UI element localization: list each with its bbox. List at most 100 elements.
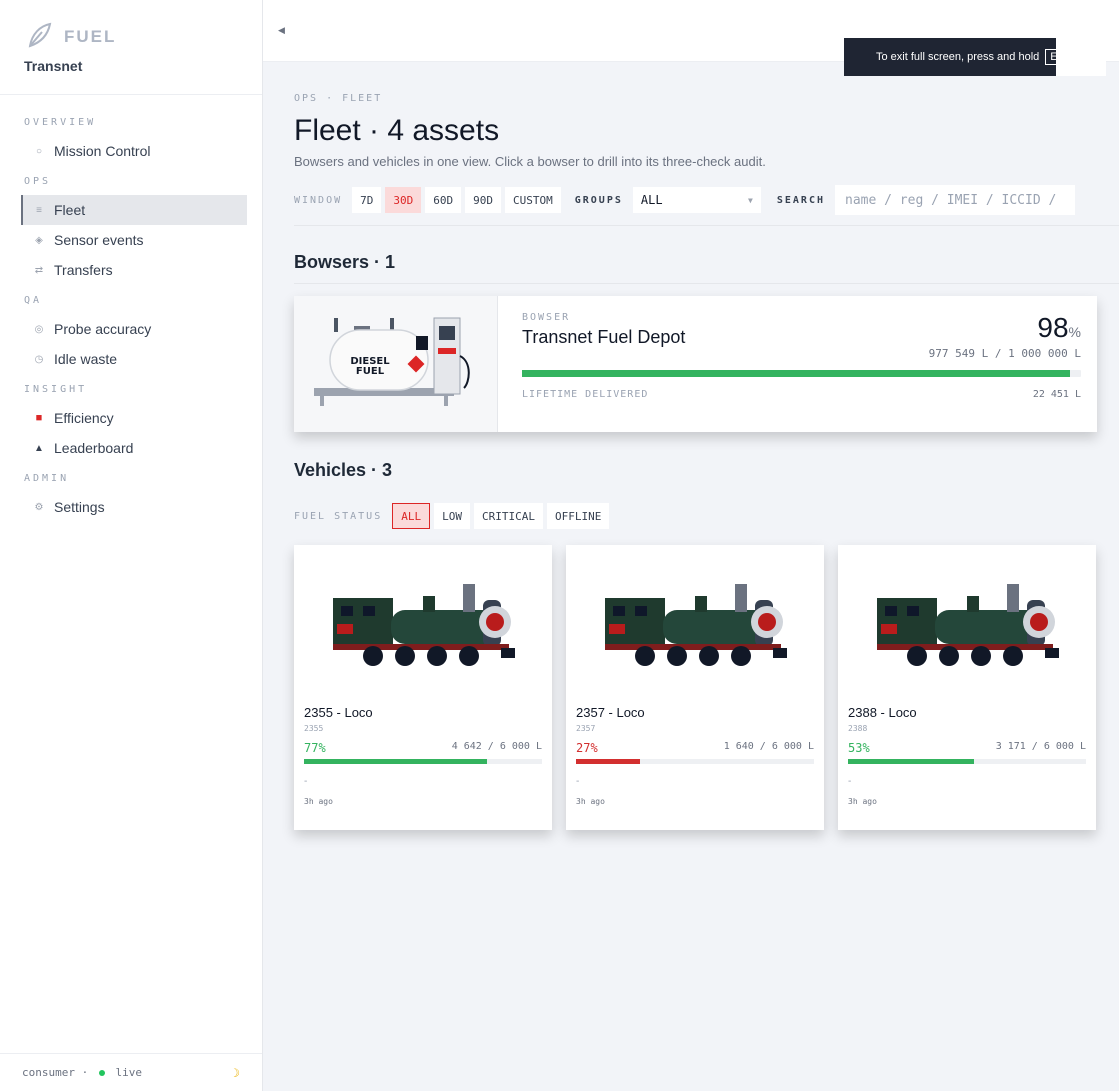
circle-outline-icon: ○ [35,145,43,157]
window-chip-custom[interactable]: CUSTOM [505,187,561,213]
mode-label: consumer [22,1066,75,1079]
window-chip-60d[interactable]: 60D [425,187,462,213]
vehicle-fill-bar [576,759,814,764]
bowser-kicker: BOWSER [522,312,571,323]
window-chip-90d[interactable]: 90D [465,187,501,213]
main-content: OPS · FLEET Fleet · 4 assets Bowsers and… [294,62,1119,830]
sidebar-item-label: Fleet [54,202,86,218]
brand-name: FUEL [64,27,117,46]
vehicle-updated: 3h ago [848,797,877,806]
divider [294,225,1119,226]
breadcrumb: OPS · FLEET [294,93,383,104]
bowser-volume: 977 549 L / 1 000 000 L [928,347,1081,360]
page-subtitle: Bowsers and vehicles in one view. Click … [294,154,766,169]
live-dot-icon [98,1069,105,1076]
vehicle-name: 2357 - Loco [576,705,645,720]
vehicle-fill-bar [848,759,1086,764]
vehicle-percent: 53% [848,741,870,755]
sidebar-item-sensor-events[interactable]: ◈ Sensor events [21,225,247,255]
lifetime-value: 22 451 L [1032,389,1081,400]
sidebar-item-efficiency[interactable]: ■ Efficiency [21,403,247,433]
sidebar-item-label: Idle waste [54,351,118,367]
locomotive-image [838,545,1096,695]
sidebar-item-mission-control[interactable]: ○ Mission Control [21,136,247,166]
search-input[interactable] [835,185,1075,215]
sidebar-item-probe-accuracy[interactable]: ◎ Probe accuracy [21,314,247,344]
vehicle-updated: 3h ago [304,797,333,806]
vehicle-fill [576,759,641,764]
bowser-image-label: FUEL [356,366,385,377]
vehicle-fill [304,759,488,764]
collapse-sidebar-icon[interactable]: ◀ [278,25,285,36]
org-name: Transnet [24,58,83,74]
vehicle-card[interactable]: 2355 - Loco 2355 77% 4 642 / 6 000 L - 3… [294,545,552,830]
connection-status: consumer · live [22,1066,142,1079]
overlay-blank [1055,0,1119,38]
vehicle-id: 2355 [304,724,324,733]
status-chip-offline[interactable]: OFFLINE [546,503,610,529]
status-chip-low[interactable]: LOW [434,503,470,529]
nav-section-ops: OPS [24,176,52,187]
status-chip-critical[interactable]: CRITICAL [473,503,543,529]
vehicle-volume: 4 642 / 6 000 L [451,741,542,752]
percent-unit: % [1068,324,1081,340]
divider [294,283,1119,284]
leaf-logo-icon [24,20,54,55]
vehicle-updated: 3h ago [576,797,605,806]
vehicle-id: 2388 [848,724,868,733]
vehicle-note: - [304,776,308,787]
gear-icon: ⚙ [34,501,44,513]
sidebar-item-fleet[interactable]: ≡ Fleet [21,195,247,225]
window-chip-30d[interactable]: 30D [385,187,422,213]
sidebar-item-settings[interactable]: ⚙ Settings [21,492,247,522]
vehicle-note: - [576,776,580,787]
bowser-percent: 98% [1037,312,1081,344]
chevron-down-icon: ▼ [748,195,753,205]
vehicle-fuel-row: 77% 4 642 / 6 000 L [304,741,542,755]
page-title: Fleet · 4 assets [294,114,500,147]
bowser-fill [522,370,1070,377]
moon-icon[interactable]: ☽ [233,1066,240,1080]
nav-section-overview: OVERVIEW [24,117,97,128]
sidebar-item-transfers[interactable]: ⇄ Transfers [21,255,247,285]
bowser-details: BOWSER Transnet Fuel Depot 98% 977 549 L… [498,296,1097,432]
sidebar-item-label: Probe accuracy [54,321,152,337]
sidebar-item-label: Settings [54,499,105,515]
locomotive-image [294,545,552,695]
vehicle-fuel-row: 27% 1 640 / 6 000 L [576,741,814,755]
sidebar-item-leaderboard[interactable]: ▲ Leaderboard [21,433,247,463]
sidebar-item-label: Sensor events [54,232,144,248]
arrows-icon: ⇄ [34,264,44,276]
vehicle-details: 2388 - Loco 2388 53% 3 171 / 6 000 L - 3… [838,695,1096,806]
fuel-status-filter: FUEL STATUS ALL LOW CRITICAL OFFLINE [294,503,1119,529]
vehicle-card[interactable]: 2357 - Loco 2357 27% 1 640 / 6 000 L - 3… [566,545,824,830]
vehicle-name: 2355 - Loco [304,705,373,720]
groups-select[interactable]: ALL ▼ [632,187,761,213]
vehicles-section-title: Vehicles · 3 [294,460,393,480]
brand: FUEL Transnet [0,0,262,95]
lifetime-label: LIFETIME DELIVERED [522,389,649,400]
filter-bar: WINDOW 7D 30D 60D 90D CUSTOM GROUPS ALL … [294,185,1119,215]
sidebar-item-label: Leaderboard [54,440,134,456]
status-label: live [115,1066,142,1079]
list-icon: ≡ [36,204,42,216]
nav-section-admin: ADMIN [24,473,70,484]
nav-section-insight: INSIGHT [24,384,88,395]
groups-value: ALL [640,193,663,207]
window-chip-7d[interactable]: 7D [352,187,382,213]
vehicle-id: 2357 [576,724,596,733]
overlay-blank [1056,38,1106,76]
sidebar-footer: consumer · live ☽ [0,1053,262,1091]
sidebar-item-idle-waste[interactable]: ◷ Idle waste [21,344,247,374]
brand-logo[interactable]: FUEL [24,22,238,52]
triangle-icon: ▲ [34,442,44,454]
diamond-icon: ◈ [35,234,43,246]
bowser-image: DIESEL FUEL [294,296,498,432]
vehicle-card[interactable]: 2388 - Loco 2388 53% 3 171 / 6 000 L - 3… [838,545,1096,830]
vehicle-name: 2388 - Loco [848,705,917,720]
window-label: WINDOW [294,194,343,206]
sidebar-item-label: Mission Control [54,143,151,159]
vehicle-volume: 1 640 / 6 000 L [723,741,814,752]
status-chip-all[interactable]: ALL [392,503,431,529]
bowser-card[interactable]: DIESEL FUEL BOWSER Transnet Fuel Depot 9… [294,296,1097,432]
